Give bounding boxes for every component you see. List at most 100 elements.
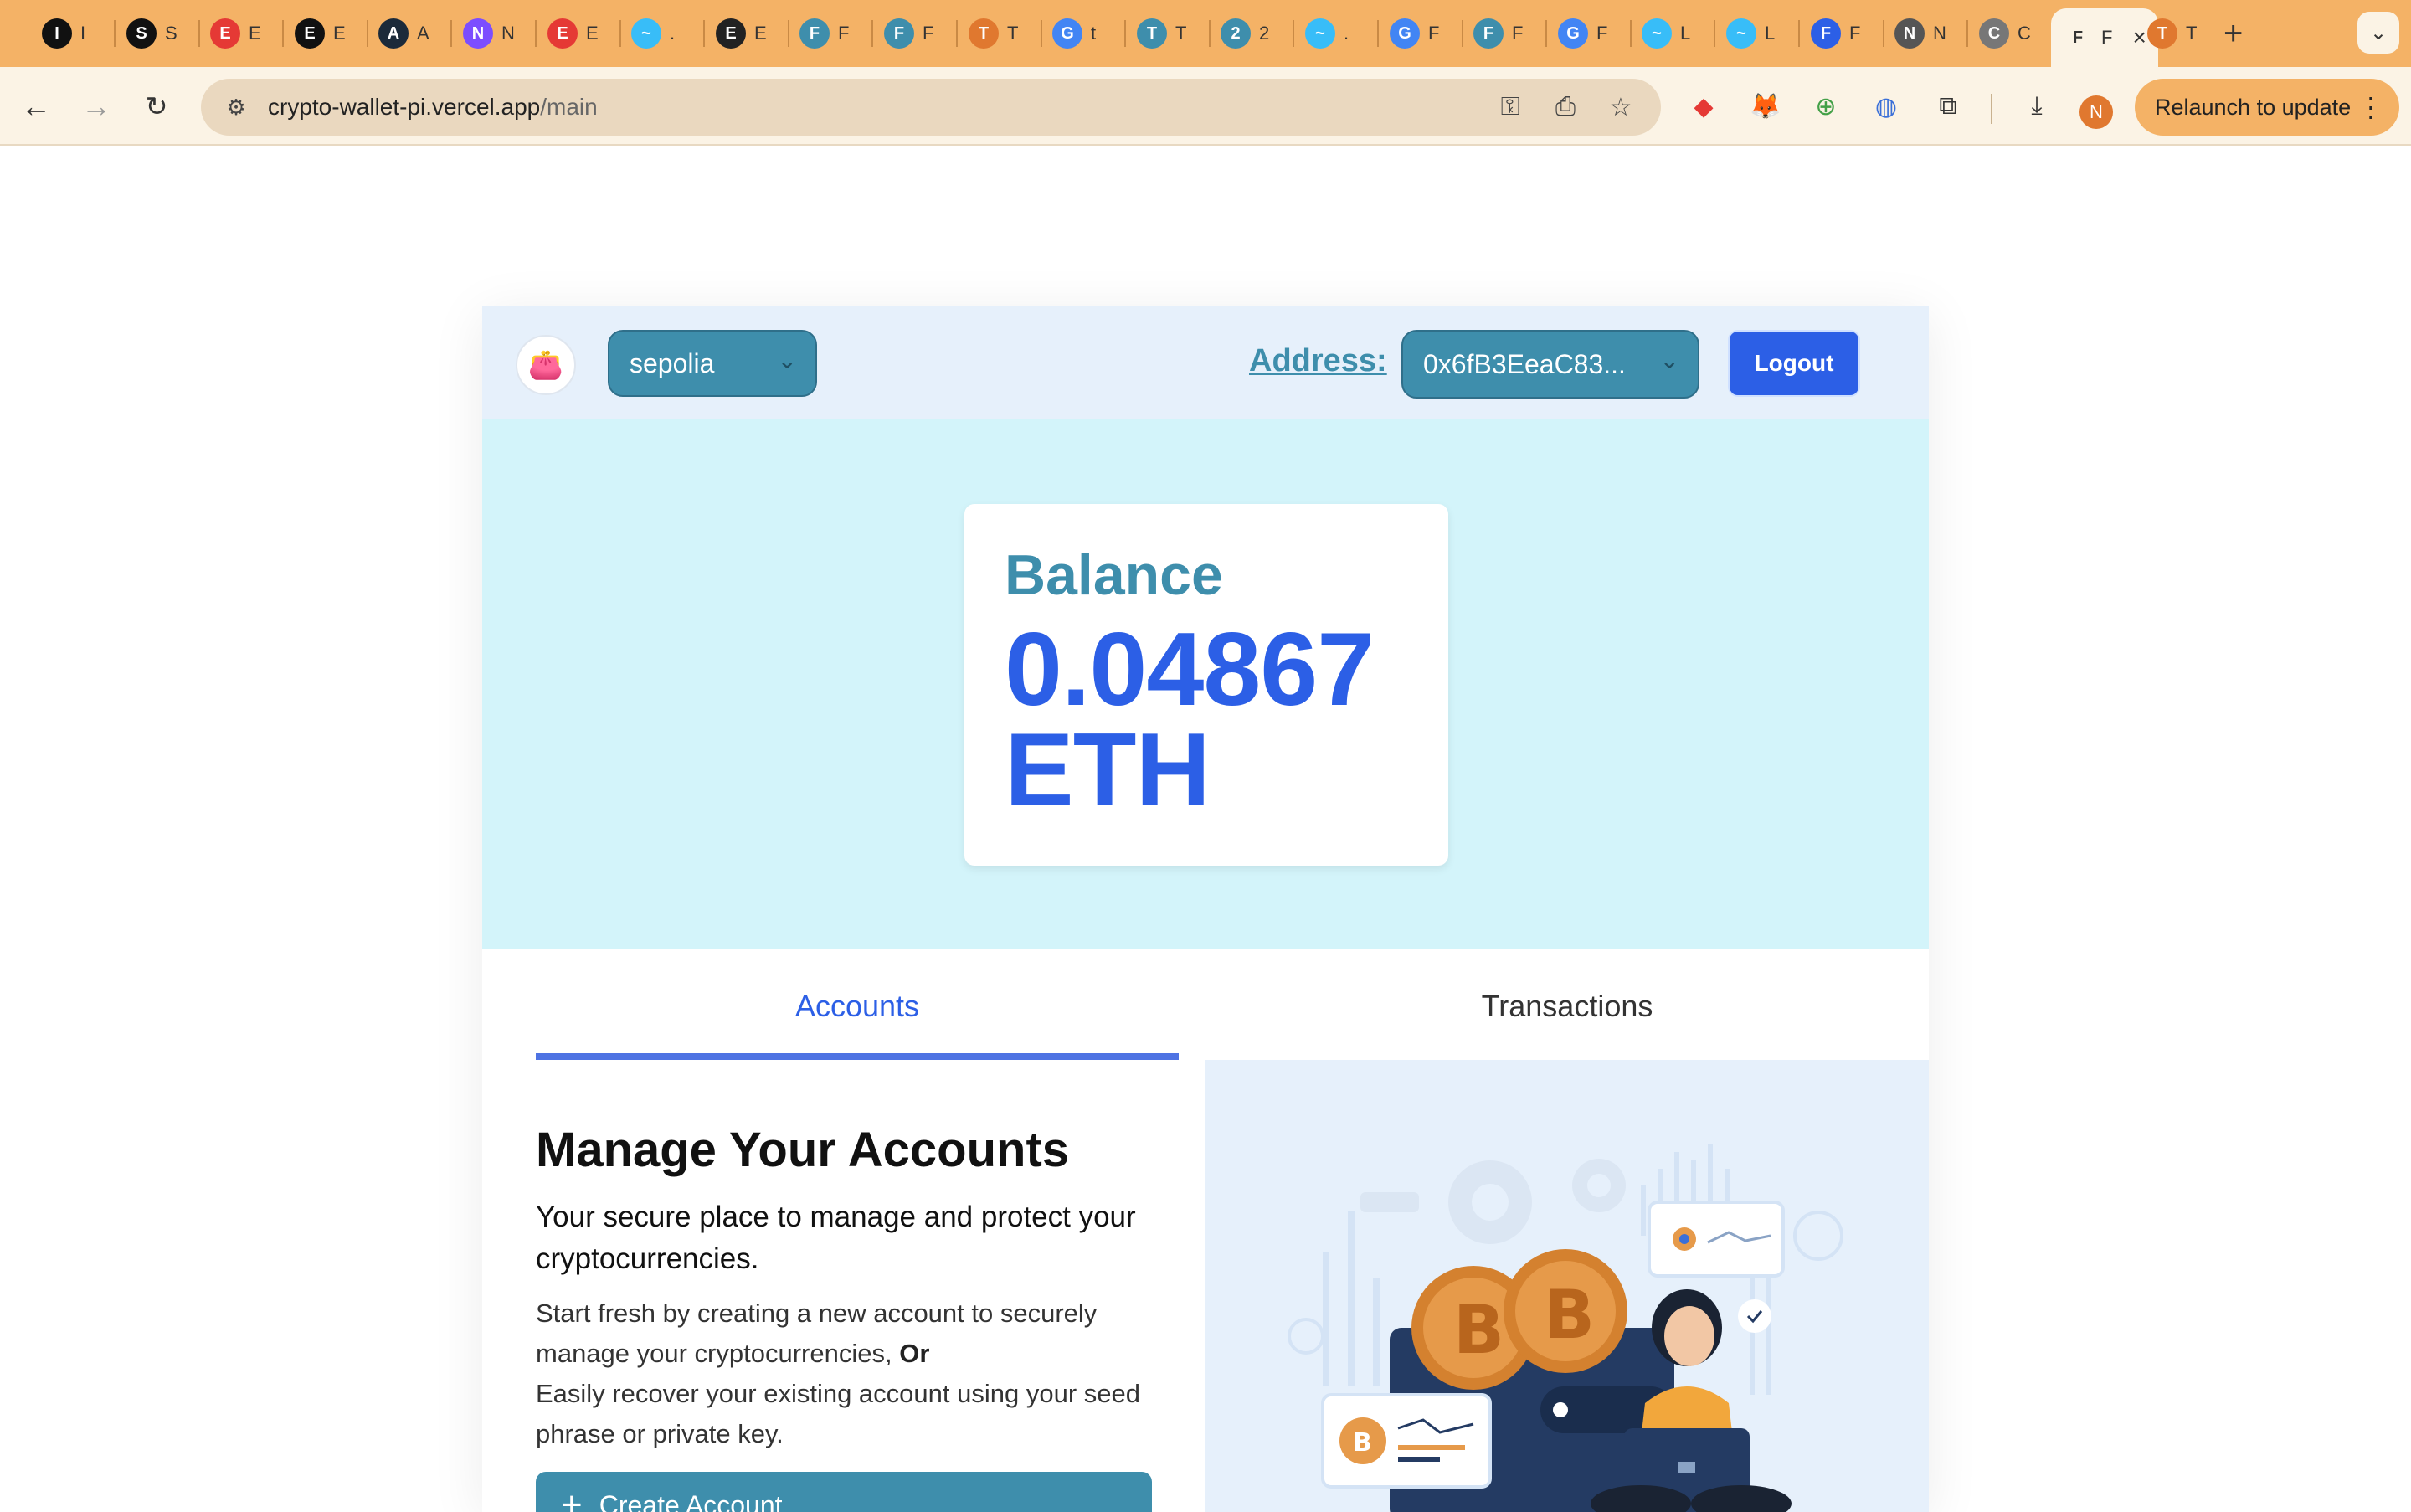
browser-tab-strip: I I S S E E E E A A N N E E ~. E E F F F F T T Gt T T 2 2 ~. G F F F G F ~ L…: [0, 0, 2411, 67]
balance-section: Balance 0.04867 ETH: [482, 419, 1929, 949]
tab-favicon-icon: T: [1137, 18, 1167, 49]
forward-icon[interactable]: →: [75, 85, 117, 127]
tab-separator: [1630, 20, 1632, 47]
browser-tab[interactable]: ~.: [1305, 12, 1349, 55]
tab-separator: [788, 20, 789, 47]
bookmark-star-icon[interactable]: ☆: [1601, 87, 1641, 127]
browser-tab[interactable]: GF: [1558, 12, 1607, 55]
tab-favicon-icon: ~: [1305, 18, 1335, 49]
browser-tab[interactable]: EE: [716, 12, 767, 55]
tab-search-icon[interactable]: ⌄: [2357, 12, 2399, 54]
extension-pocket-icon[interactable]: ◆: [1683, 85, 1725, 127]
browser-tab[interactable]: TT: [969, 12, 1018, 55]
reload-icon[interactable]: ↻: [136, 85, 177, 127]
extension-python-icon[interactable]: ◍: [1865, 85, 1907, 127]
browser-tab[interactable]: CC: [1979, 12, 2031, 55]
tab-favicon-icon: ~: [631, 18, 661, 49]
browser-tab[interactable]: FF: [799, 12, 849, 55]
downloads-icon[interactable]: ⤓: [2016, 85, 2058, 127]
tab-title: .: [1344, 23, 1349, 44]
browser-tab[interactable]: II: [42, 12, 85, 55]
browser-tab[interactable]: ~ L: [1642, 12, 1690, 55]
relaunch-button[interactable]: Relaunch to update ⋮: [2135, 79, 2399, 136]
tab-title: F: [923, 23, 934, 44]
tab-close-icon[interactable]: ×: [2132, 24, 2146, 51]
browser-tab[interactable]: 22: [1221, 12, 1269, 55]
tab-favicon-icon: N: [1894, 18, 1925, 49]
svg-text:B: B: [1544, 1276, 1595, 1354]
create-account-button[interactable]: + Create Account: [536, 1472, 1152, 1512]
browser-tab[interactable]: Gt: [1052, 12, 1096, 55]
browser-tab[interactable]: NN: [463, 12, 515, 55]
browser-tab[interactable]: GF: [1390, 12, 1439, 55]
tab-favicon-icon: C: [1979, 18, 2009, 49]
tab-title: F: [1596, 23, 1608, 44]
tab-favicon-icon: ~: [1642, 18, 1672, 49]
browser-tab[interactable]: FF: [884, 12, 933, 55]
tab-separator: [535, 20, 537, 47]
browser-tab[interactable]: FF: [1473, 12, 1523, 55]
tab-favicon-icon: F: [884, 18, 914, 49]
tab-favicon-icon: E: [716, 18, 746, 49]
svg-text:B: B: [1453, 1291, 1504, 1369]
manage-description: Start fresh by creating a new account to…: [536, 1299, 1140, 1448]
address-bar[interactable]: ⚙ crypto-wallet-pi.vercel.app/main ⚿ ⎙ ☆: [201, 79, 1661, 136]
tab-favicon-icon: A: [378, 18, 409, 49]
browser-tab[interactable]: ~.: [631, 12, 675, 55]
tab-separator: [282, 20, 284, 47]
plus-icon: +: [561, 1484, 583, 1512]
tab-favicon-icon: E: [210, 18, 240, 49]
address-select[interactable]: 0x6fB3EeaC83... ⌄: [1401, 330, 1699, 399]
tab-title: I: [80, 23, 86, 44]
browser-tab[interactable]: F F ×: [2051, 8, 2158, 67]
address-select-value: 0x6fB3EeaC83...: [1423, 348, 1626, 379]
site-info-icon[interactable]: ⚙: [216, 87, 256, 127]
extension-metamask-icon[interactable]: 🦊: [1745, 85, 1786, 127]
address-bar-url: crypto-wallet-pi.vercel.app/main: [268, 94, 598, 120]
profile-avatar[interactable]: N: [2079, 95, 2113, 129]
install-app-icon[interactable]: ⎙: [1545, 87, 1586, 127]
password-key-icon[interactable]: ⚿: [1490, 87, 1530, 127]
network-select[interactable]: sepolia ⌄: [608, 330, 817, 397]
tab-title: N: [1933, 23, 1946, 44]
tab-accounts[interactable]: Accounts: [536, 949, 1179, 1063]
manage-subheading: Your secure place to manage and protect …: [536, 1201, 1136, 1275]
tab-title: T: [1175, 23, 1187, 44]
tab-title: F: [1428, 23, 1440, 44]
browser-tab[interactable]: EE: [295, 12, 346, 55]
browser-tab[interactable]: NN: [1894, 12, 1946, 55]
browser-tab[interactable]: EE: [210, 12, 261, 55]
browser-tab[interactable]: TT: [2147, 12, 2197, 55]
tab-separator: [1041, 20, 1042, 47]
tab-favicon-icon: G: [1558, 18, 1588, 49]
tab-favicon-icon: G: [1052, 18, 1082, 49]
balance-title: Balance: [1005, 543, 1223, 607]
tab-favicon-icon: F: [1473, 18, 1504, 49]
tab-transactions[interactable]: Transactions: [1206, 949, 1929, 1063]
tab-title: N: [501, 23, 515, 44]
tab-title: E: [586, 23, 599, 44]
browser-tab[interactable]: TT: [1137, 12, 1186, 55]
browser-menu-icon[interactable]: ⋮: [2357, 90, 2384, 124]
new-tab-button[interactable]: +: [2223, 15, 2243, 52]
tab-title: t: [1091, 23, 1097, 44]
browser-tab[interactable]: FF: [1811, 12, 1860, 55]
main-tabs: Accounts Transactions: [482, 949, 1929, 1063]
active-tab-indicator: [536, 1053, 1179, 1060]
tab-title: C: [2018, 23, 2031, 44]
browser-tab[interactable]: SS: [126, 12, 177, 55]
logout-button[interactable]: Logout: [1728, 330, 1860, 397]
svg-text:B: B: [1353, 1428, 1372, 1458]
tab-title: A: [417, 23, 429, 44]
tab-title: 2: [1259, 23, 1270, 44]
tab-favicon-icon: F: [2072, 28, 2084, 47]
browser-tab[interactable]: EE: [547, 12, 599, 55]
back-icon[interactable]: ←: [15, 85, 57, 127]
extension-plus-icon[interactable]: ⊕: [1805, 85, 1847, 127]
tab-separator: [1883, 20, 1884, 47]
address-label[interactable]: Address:: [1249, 343, 1387, 379]
extensions-puzzle-icon[interactable]: ⧉: [1927, 85, 1969, 127]
tab-separator: [367, 20, 368, 47]
browser-tab[interactable]: AA: [378, 12, 429, 55]
browser-tab[interactable]: ~ L: [1726, 12, 1775, 55]
